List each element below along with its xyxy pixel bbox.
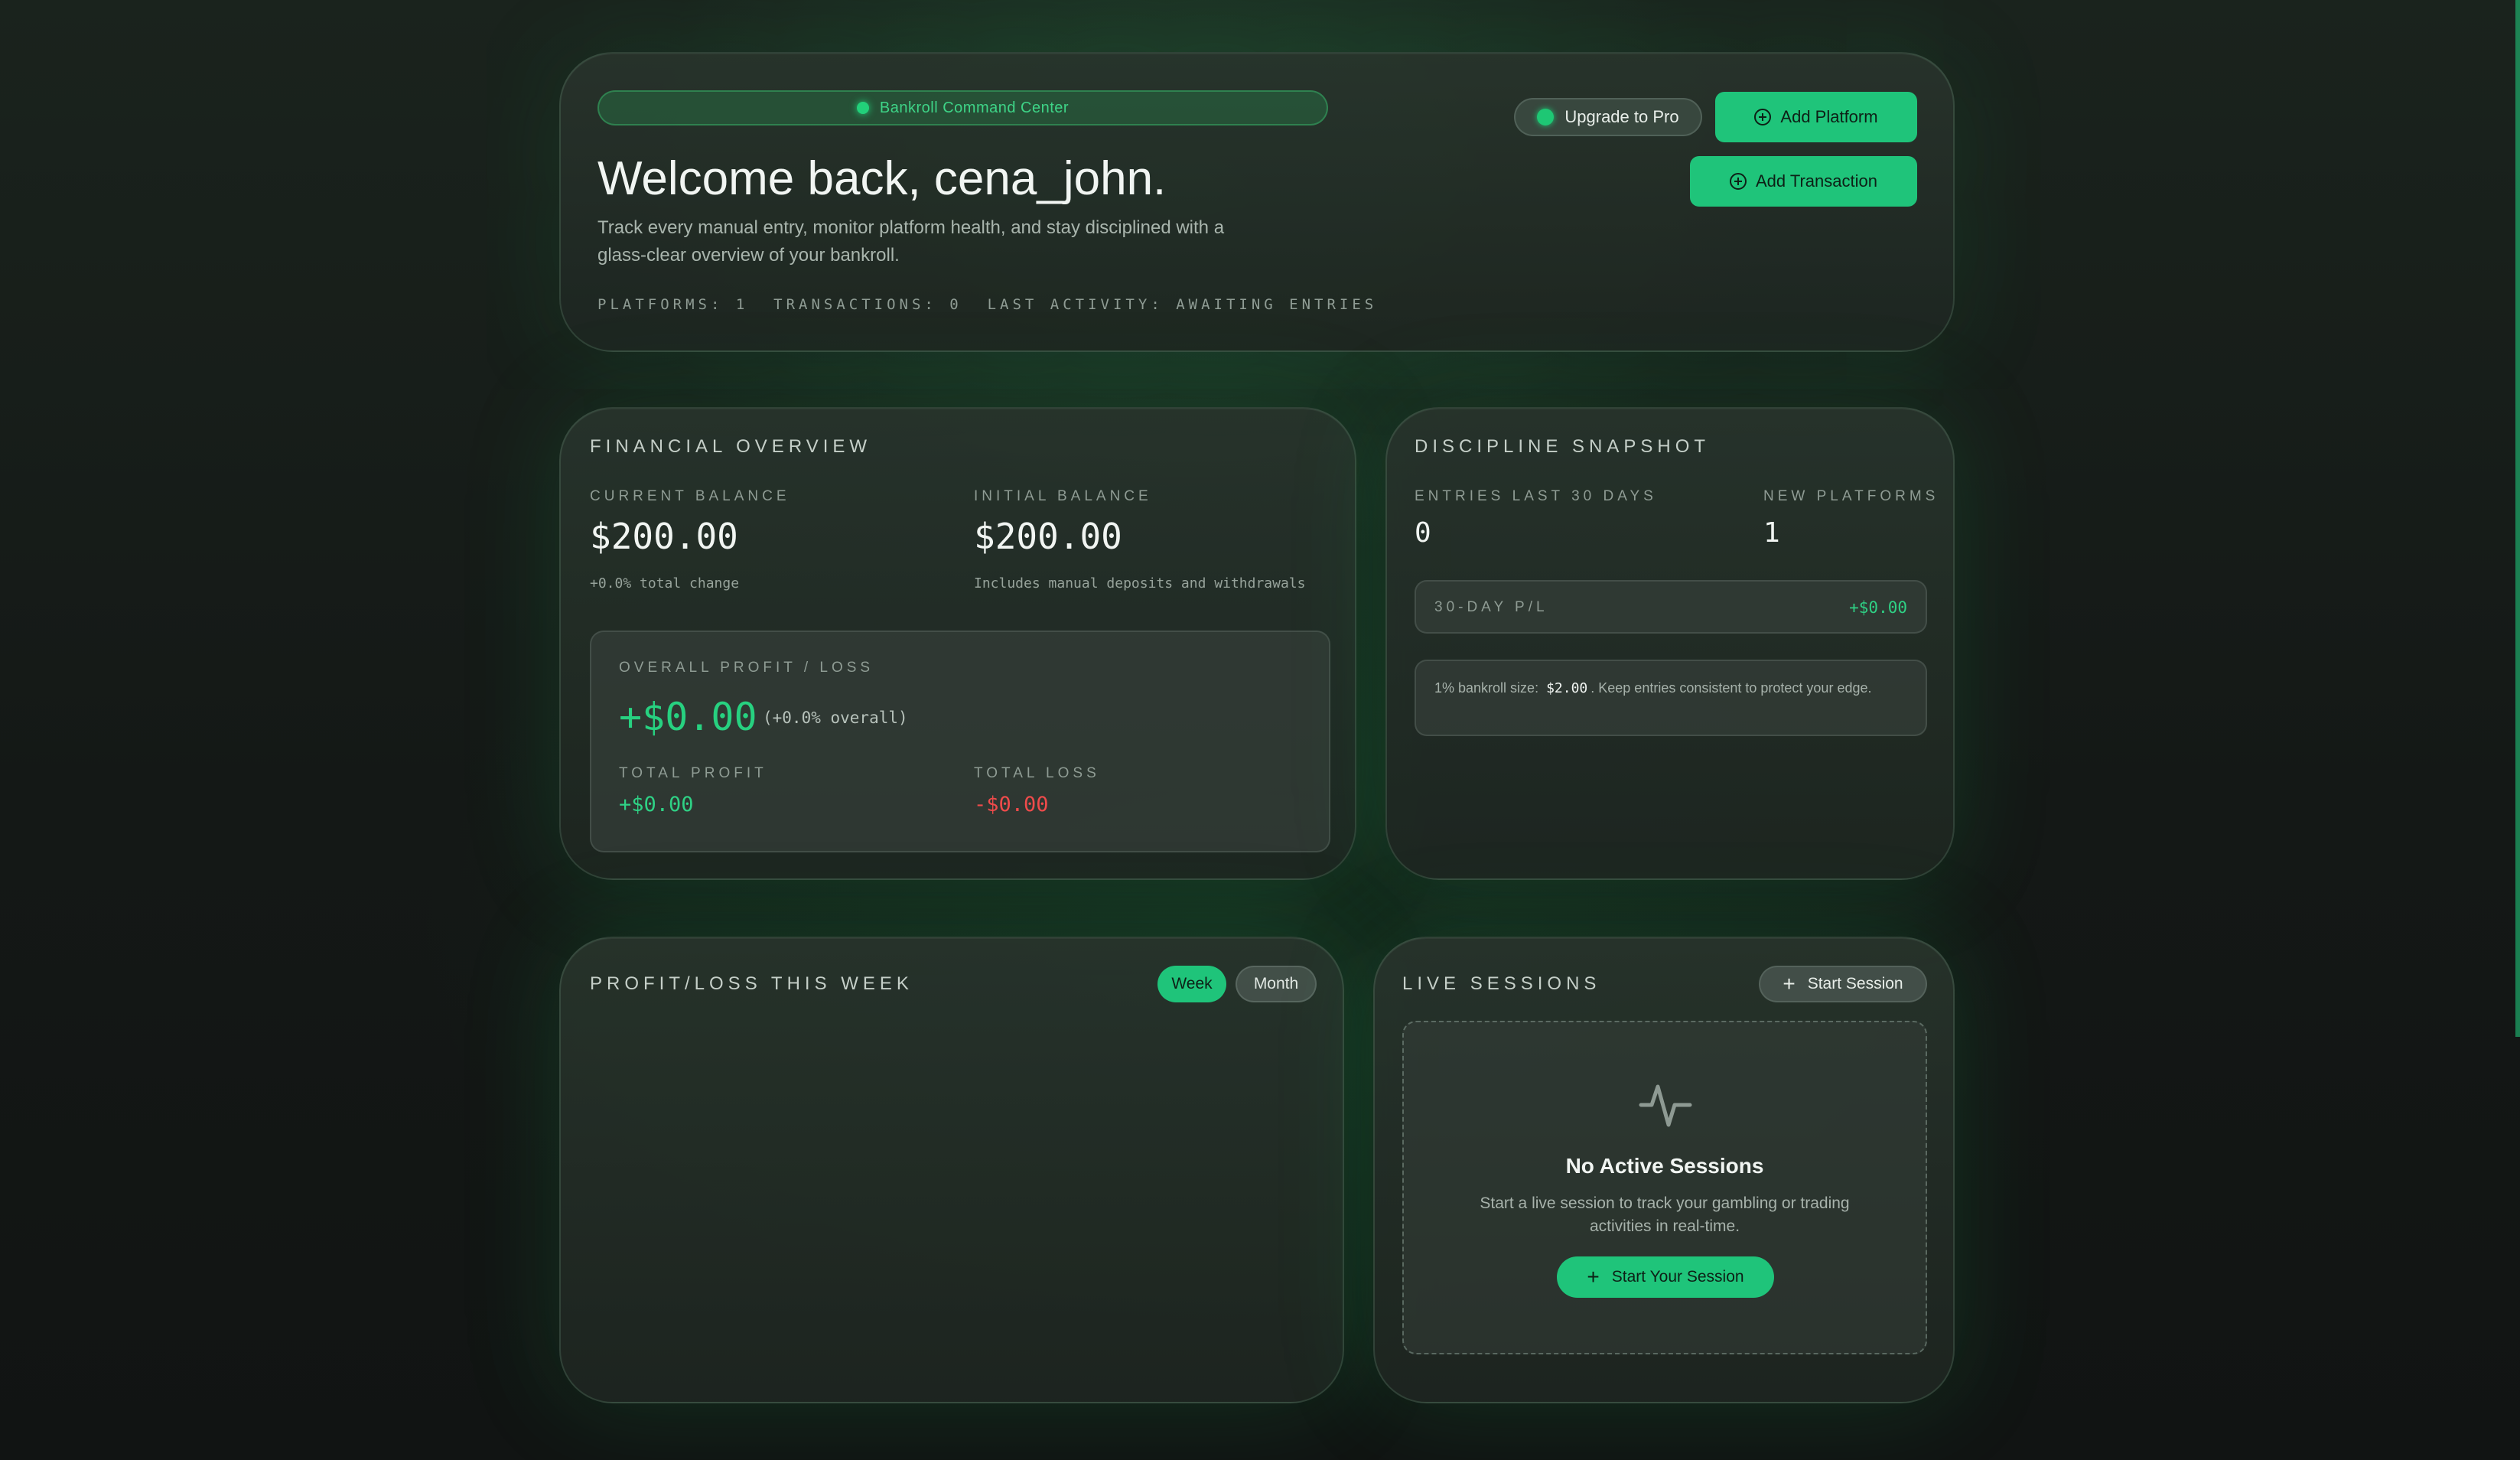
overall-pl-percent: (+0.0% overall) <box>763 709 908 727</box>
live-sessions-title: LIVE SESSIONS <box>1402 973 1601 994</box>
start-session-label: Start Session <box>1807 975 1903 992</box>
summary-stats: PLATFORMS: 1 TRANSACTIONS: 0 LAST ACTIVI… <box>597 296 1378 313</box>
add-platform-button[interactable]: Add Platform <box>1715 92 1917 142</box>
bankroll-tip-card: 1% bankroll size: $2.00. Keep entries con… <box>1415 660 1927 736</box>
overall-pl-label: OVERALL PROFIT / LOSS <box>619 660 874 676</box>
discipline-snapshot-panel: DISCIPLINE SNAPSHOT ENTRIES LAST 30 DAYS… <box>1385 407 1955 880</box>
add-platform-label: Add Platform <box>1780 107 1878 126</box>
thirty-day-pl-label: 30-DAY P/L <box>1434 599 1548 615</box>
start-session-button[interactable]: + Start Session <box>1759 966 1927 1002</box>
add-transaction-button[interactable]: Add Transaction <box>1690 156 1917 207</box>
activity-pulse-icon <box>1639 1084 1692 1127</box>
plus-circle-icon <box>1730 173 1747 190</box>
welcome-subtitle: Track every manual entry, monitor platfo… <box>597 217 1225 266</box>
initial-balance-note: Includes manual deposits and withdrawals <box>974 575 1306 591</box>
upgrade-label: Upgrade to Pro <box>1564 107 1679 126</box>
header-panel: Bankroll Command Center Welcome back, ce… <box>559 52 1955 352</box>
add-transaction-label: Add Transaction <box>1756 171 1877 191</box>
initial-balance-value: $200.00 <box>974 516 1122 557</box>
entries-30-days-value: 0 <box>1415 517 1431 549</box>
no-sessions-title: No Active Sessions <box>1565 1154 1764 1178</box>
status-dot-icon <box>856 102 869 114</box>
current-balance-change: +0.0% total change <box>590 575 740 591</box>
live-sessions-panel: LIVE SESSIONS + Start Session No Active … <box>1373 937 1955 1403</box>
initial-balance-label: INITIAL BALANCE <box>974 488 1152 504</box>
overall-pl-value: +$0.00 <box>619 695 757 739</box>
thirty-day-pl-value: +$0.00 <box>1849 598 1907 617</box>
plus-circle-icon <box>1754 109 1772 125</box>
financial-overview-panel: FINANCIAL OVERVIEW CURRENT BALANCE $200.… <box>559 407 1356 880</box>
overall-profit-loss-card: OVERALL PROFIT / LOSS +$0.00 (+0.0% over… <box>590 631 1330 852</box>
bankroll-tip-suffix: . Keep entries consistent to protect you… <box>1590 680 1872 696</box>
start-your-session-label: Start Your Session <box>1611 1268 1744 1286</box>
start-your-session-button[interactable]: + Start Your Session <box>1557 1256 1774 1298</box>
total-profit-label: TOTAL PROFIT <box>619 765 767 781</box>
total-profit-value: +$0.00 <box>619 793 694 816</box>
plus-icon: + <box>1587 1265 1600 1289</box>
toggle-week-button[interactable]: Week <box>1157 966 1226 1002</box>
financial-overview-title: FINANCIAL OVERVIEW <box>590 436 872 457</box>
no-sessions-description: Start a live session to track your gambl… <box>1480 1194 1850 1235</box>
bankroll-tip-prefix: 1% bankroll size: <box>1434 680 1539 696</box>
current-balance-value: $200.00 <box>590 516 738 557</box>
new-platforms-label: NEW PLATFORMS <box>1763 488 1939 504</box>
plus-icon: + <box>1783 972 1796 996</box>
profit-loss-chart <box>590 1022 1317 1374</box>
total-loss-label: TOTAL LOSS <box>974 765 1100 781</box>
welcome-title: Welcome back, cena_john. <box>597 152 1167 205</box>
command-center-label: Bankroll Command Center <box>879 99 1070 116</box>
toggle-month-button[interactable]: Month <box>1236 966 1317 1002</box>
profit-loss-chart-title: PROFIT/LOSS THIS WEEK <box>590 973 913 994</box>
command-center-tag: Bankroll Command Center <box>597 90 1328 125</box>
no-sessions-empty-state: No Active Sessions Start a live session … <box>1402 1021 1927 1354</box>
profit-loss-chart-panel: PROFIT/LOSS THIS WEEK Week Month <box>559 937 1344 1403</box>
new-platforms-value: 1 <box>1763 517 1780 549</box>
pro-dot-icon <box>1537 109 1555 125</box>
total-loss-value: -$0.00 <box>974 793 1049 816</box>
thirty-day-pl-row: 30-DAY P/L +$0.00 <box>1415 580 1927 634</box>
bankroll-tip-amount: $2.00 <box>1546 680 1588 696</box>
current-balance-label: CURRENT BALANCE <box>590 488 790 504</box>
entries-30-days-label: ENTRIES LAST 30 DAYS <box>1415 488 1657 504</box>
scrollbar-accent[interactable] <box>2515 0 2520 1037</box>
upgrade-to-pro-button[interactable]: Upgrade to Pro <box>1514 98 1702 136</box>
discipline-snapshot-title: DISCIPLINE SNAPSHOT <box>1415 436 1711 457</box>
